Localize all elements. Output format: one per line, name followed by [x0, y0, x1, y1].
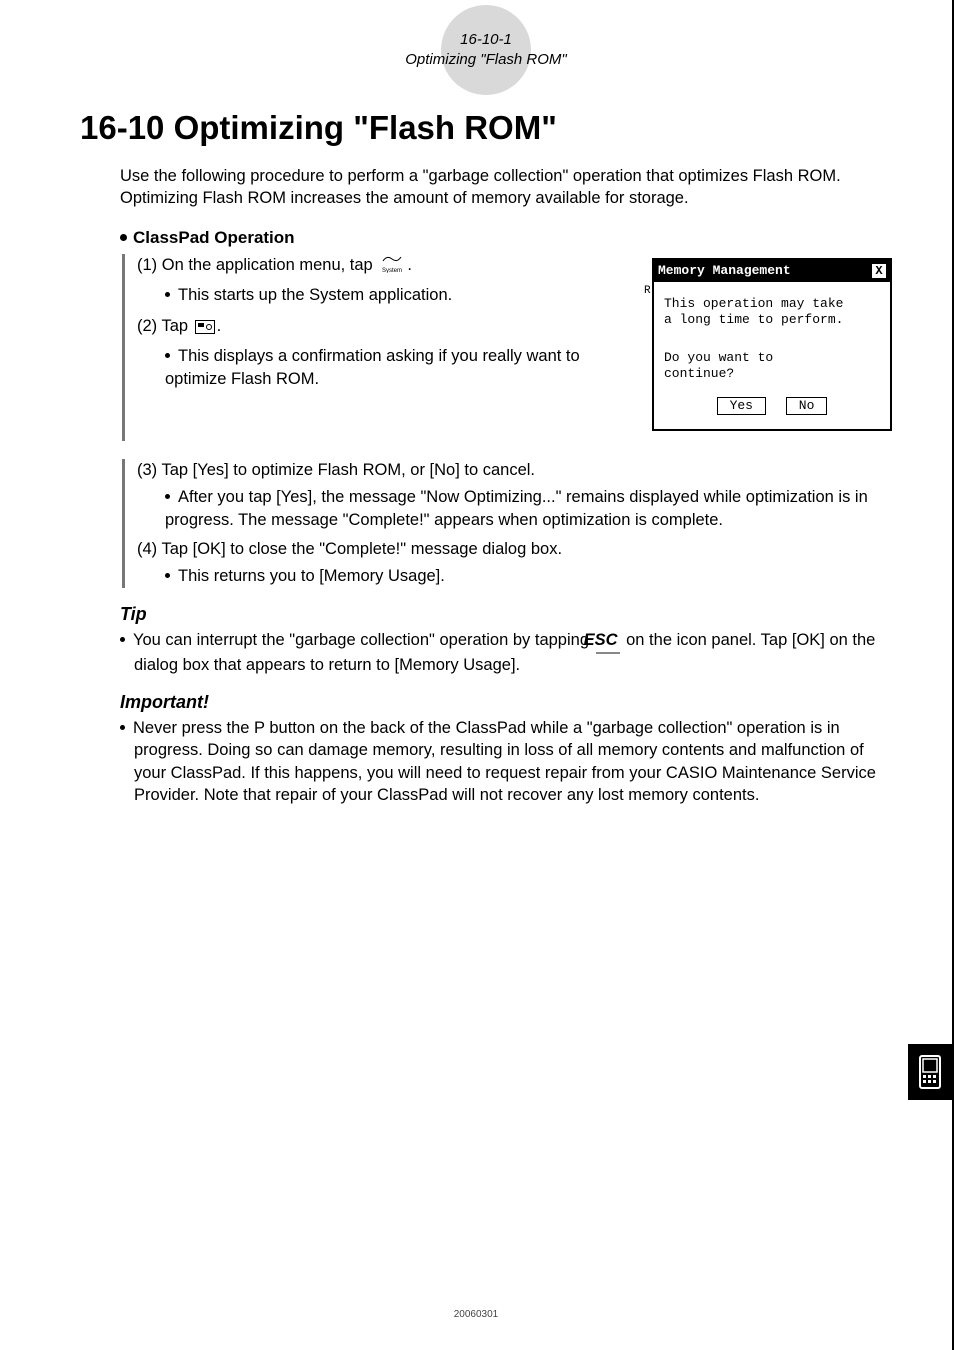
footer-date: 20060301: [0, 1309, 952, 1320]
bullet-icon: [165, 494, 170, 499]
dialog-buttons: Yes No: [664, 397, 880, 419]
dialog-question-line1: Do you want to: [664, 350, 880, 366]
system-icon-label: System: [382, 268, 402, 273]
calculator-icon: [917, 1054, 943, 1090]
step-1-sub-text: This starts up the System application.: [178, 286, 452, 304]
step-2-after: .: [217, 317, 222, 335]
tip-heading: Tip: [120, 604, 892, 625]
dialog-question-line2: continue?: [664, 366, 880, 382]
manual-page: 16-10-1 Optimizing "Flash ROM" 16-10 Opt…: [0, 0, 954, 1350]
steps-block-1: R Memory Management X This operation may…: [122, 254, 892, 441]
dialog-title-text: Memory Management: [658, 262, 791, 280]
dialog-line1: This operation may take: [664, 296, 880, 312]
bullet-icon: [165, 353, 170, 358]
steps-block-2: (3) Tap [Yes] to optimize Flash ROM, or …: [122, 459, 892, 588]
tip-body: You can interrupt the "garbage collectio…: [134, 629, 892, 676]
intro-paragraph: Use the following procedure to perform a…: [120, 165, 892, 210]
dialog-line2: a long time to perform.: [664, 312, 880, 328]
dialog-titlebar: Memory Management X: [654, 260, 890, 282]
step-2-sub-text: This displays a confirmation asking if y…: [165, 347, 580, 388]
bullet-icon: [165, 292, 170, 297]
important-body-text: Never press the P button on the back of …: [133, 719, 876, 804]
step-4-sub: This returns you to [Memory Usage].: [165, 565, 892, 588]
page-ref-number: 16-10-1: [386, 30, 586, 50]
section-title: 16-10 Optimizing "Flash ROM": [80, 109, 892, 147]
page-header-badge: 16-10-1 Optimizing "Flash ROM": [386, 30, 586, 69]
system-app-icon: System: [379, 255, 405, 280]
step-3-sub: After you tap [Yes], the message "Now Op…: [165, 486, 892, 532]
chapter-tab: [908, 1044, 952, 1100]
edge-mark-r: R: [644, 286, 651, 297]
close-icon[interactable]: X: [872, 264, 886, 278]
bullet-icon: [165, 573, 170, 578]
tip-body-a: You can interrupt the "garbage collectio…: [133, 631, 594, 649]
step-4-sub-text: This returns you to [Memory Usage].: [178, 567, 445, 585]
page-ref-subtitle: Optimizing "Flash ROM": [386, 50, 586, 70]
important-heading: Important!: [120, 692, 892, 713]
bullet-icon: [120, 725, 125, 730]
step-3: (3) Tap [Yes] to optimize Flash ROM, or …: [137, 459, 892, 482]
bullet-icon: [120, 637, 125, 642]
esc-key-icon: ESC: [596, 629, 620, 653]
step-2-sub: This displays a confirmation asking if y…: [165, 345, 595, 391]
dialog-body: This operation may take a long time to p…: [654, 282, 890, 429]
dialog-screenshot: R Memory Management X This operation may…: [652, 258, 892, 431]
optimize-toolbar-icon: [195, 318, 215, 341]
step-1-text: (1) On the application menu, tap: [137, 256, 377, 274]
no-button[interactable]: No: [786, 397, 828, 415]
operation-heading: ClassPad Operation: [120, 228, 892, 248]
step-2-text: (2) Tap: [137, 317, 193, 335]
memory-management-dialog: R Memory Management X This operation may…: [652, 258, 892, 431]
bullet-icon: [120, 234, 127, 241]
step-4: (4) Tap [OK] to close the "Complete!" me…: [137, 538, 892, 561]
step-3-sub-text: After you tap [Yes], the message "Now Op…: [165, 488, 868, 529]
operation-heading-text: ClassPad Operation: [133, 228, 295, 247]
dialog-question: Do you want to continue?: [664, 350, 880, 383]
step-1-after: .: [407, 256, 412, 274]
yes-button[interactable]: Yes: [717, 397, 766, 415]
important-body: Never press the P button on the back of …: [134, 717, 892, 806]
